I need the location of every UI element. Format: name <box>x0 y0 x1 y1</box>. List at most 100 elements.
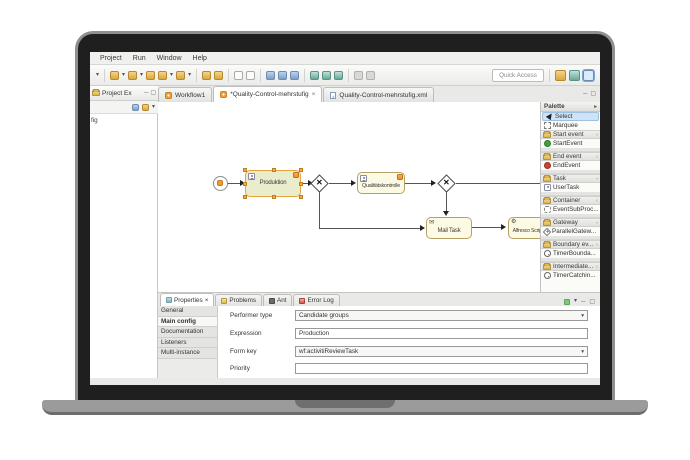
task-qualitaetskontrolle[interactable]: Qualitätskontrolle <box>357 172 405 194</box>
undo-icon[interactable] <box>146 71 155 80</box>
distribute-icon[interactable] <box>310 71 319 80</box>
form-key-select[interactable]: wf:activitiReviewTask ▾ <box>295 346 588 357</box>
section-listeners[interactable]: Listeners <box>158 338 217 349</box>
dropdown-icon[interactable]: ▾ <box>140 71 143 80</box>
maximize-icon[interactable]: ▢ <box>150 89 156 97</box>
section-documentation[interactable]: Documentation <box>158 327 217 338</box>
resize-handle[interactable] <box>243 195 247 199</box>
performer-type-select[interactable]: Candidate groups ▾ <box>295 310 588 321</box>
minimize-icon[interactable]: ─ <box>581 298 585 306</box>
tree-item-label[interactable]: fig <box>91 117 98 124</box>
palette-item-timerboundary[interactable]: TimerBounda... <box>541 249 600 258</box>
new-wizard-icon[interactable] <box>110 71 119 80</box>
task-mail[interactable]: ✉ Mail Task <box>426 217 472 239</box>
sequence-flow[interactable] <box>405 183 433 184</box>
palette-collapse-icon[interactable]: ▸ <box>594 104 597 110</box>
resize-handle[interactable] <box>272 168 276 172</box>
resize-handle[interactable] <box>299 195 303 199</box>
section-multi-instance[interactable]: Multi-instance <box>158 348 217 359</box>
grid-icon[interactable] <box>334 71 343 80</box>
task-produktion[interactable]: Produktion <box>245 170 301 197</box>
redo-icon[interactable] <box>158 71 167 80</box>
tab-quality-control-diagram[interactable]: *Quality-Control-mehrstufig × <box>213 86 322 102</box>
dropdown-icon[interactable]: ▾ <box>188 71 191 80</box>
palette-drawer-boundary[interactable]: Boundary ev... ‹ <box>541 240 600 249</box>
debug-icon[interactable] <box>214 71 223 80</box>
tab-workflow1[interactable]: Workflow1 <box>158 87 212 102</box>
resize-handle[interactable] <box>243 168 247 172</box>
sequence-flow[interactable] <box>319 228 422 229</box>
start-event-node[interactable] <box>213 176 228 191</box>
section-main-config[interactable]: Main config <box>158 317 217 328</box>
dropdown-icon[interactable]: ▾ <box>96 71 99 80</box>
sequence-flow[interactable] <box>446 190 447 213</box>
paste-icon[interactable] <box>246 71 255 80</box>
palette-tool-marquee[interactable]: Marquee <box>541 121 600 130</box>
tab-project-explorer[interactable]: Project Ex ─ ▢ <box>90 86 158 101</box>
section-general[interactable]: General <box>158 306 217 317</box>
sequence-flow[interactable] <box>472 227 503 228</box>
view-menu-icon[interactable]: ▾ <box>152 103 155 112</box>
resize-handle[interactable] <box>272 195 276 199</box>
sequence-flow[interactable] <box>329 183 353 184</box>
align-center-icon[interactable] <box>278 71 287 80</box>
perspective-resource-icon[interactable] <box>555 70 566 81</box>
quick-access-input[interactable]: Quick Access <box>492 69 544 82</box>
pin-view-icon[interactable] <box>564 299 570 305</box>
explorer-tree[interactable]: fig <box>90 114 157 378</box>
back-icon[interactable] <box>176 71 185 80</box>
copy-icon[interactable] <box>234 71 243 80</box>
menu-window[interactable]: Window <box>157 55 182 62</box>
dropdown-icon[interactable]: ▾ <box>122 71 125 80</box>
maximize-icon[interactable]: ▢ <box>590 90 596 98</box>
palette-item-usertask[interactable]: UserTask <box>541 183 600 192</box>
palette-drawer-end-event[interactable]: End event ‹ <box>541 152 600 161</box>
resize-handle[interactable] <box>299 168 303 172</box>
palette-item-parallelgateway[interactable]: ParallelGatew... <box>541 227 600 236</box>
run-icon[interactable] <box>202 71 211 80</box>
palette-drawer-task[interactable]: Task ‹ <box>541 174 600 183</box>
tab-properties[interactable]: Properties × <box>160 293 214 306</box>
priority-input[interactable] <box>299 364 584 373</box>
palette-item-eventsubprocess[interactable]: EventSubProc... <box>541 205 600 214</box>
search-icon[interactable] <box>366 71 375 80</box>
palette-drawer-intermediate[interactable]: Intermediate... ‹ <box>541 262 600 271</box>
perspective-debug-icon[interactable] <box>569 70 580 81</box>
minimize-icon[interactable]: ─ <box>144 89 148 97</box>
menu-run[interactable]: Run <box>133 55 146 62</box>
bpmn-canvas[interactable]: Produktion ✕ Qualitätskontrolle ✕ ✉ Mail… <box>158 102 600 292</box>
tab-quality-control-xml[interactable]: x Quality-Control-mehrstufig.xml <box>323 87 434 102</box>
palette-item-endevent[interactable]: EndEvent <box>541 161 600 170</box>
palette-header[interactable]: Palette ▸ <box>541 102 600 112</box>
maximize-icon[interactable]: ▢ <box>589 298 595 306</box>
resize-handle[interactable] <box>243 182 247 186</box>
tab-problems[interactable]: Problems <box>215 294 262 306</box>
tab-error-log[interactable]: Error Log <box>293 294 339 306</box>
resize-handle[interactable] <box>299 182 303 186</box>
palette-drawer-gateway[interactable]: Gateway ‹ <box>541 218 600 227</box>
palette-item-startevent[interactable]: StartEvent <box>541 139 600 148</box>
palette-drawer-start-event[interactable]: Start event ‹ <box>541 130 600 139</box>
collapse-all-icon[interactable] <box>132 104 139 111</box>
save-icon[interactable] <box>128 71 137 80</box>
dropdown-icon[interactable]: ▾ <box>170 71 173 80</box>
close-icon[interactable]: × <box>205 297 209 304</box>
expression-input[interactable] <box>299 329 584 338</box>
palette-drawer-container[interactable]: Container ‹ <box>541 196 600 205</box>
sequence-flow[interactable] <box>456 183 548 184</box>
minimize-icon[interactable]: ─ <box>583 90 587 98</box>
sequence-flow[interactable] <box>319 190 320 228</box>
match-size-icon[interactable] <box>322 71 331 80</box>
close-icon[interactable]: × <box>312 91 316 98</box>
tab-ant[interactable]: Ant <box>263 294 292 306</box>
zoom-icon[interactable] <box>354 71 363 80</box>
link-with-editor-icon[interactable] <box>142 104 149 111</box>
palette-tool-select[interactable]: Select <box>542 112 599 121</box>
perspective-activiti-icon[interactable] <box>583 70 594 81</box>
align-left-icon[interactable] <box>266 71 275 80</box>
menu-help[interactable]: Help <box>193 55 207 62</box>
align-right-icon[interactable] <box>290 71 299 80</box>
menu-project[interactable]: Project <box>100 55 122 62</box>
view-menu-icon[interactable]: ▾ <box>574 297 577 306</box>
palette-item-timercatching[interactable]: TimerCatchin... <box>541 271 600 280</box>
